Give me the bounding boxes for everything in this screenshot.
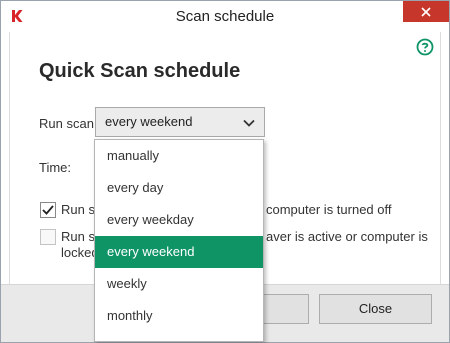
scan-schedule-window: Scan schedule Quick Scan schedule Run sc… [0,0,450,343]
close-icon [421,6,431,17]
time-label: Time: [39,160,72,175]
screensaver-checkbox[interactable] [40,229,56,245]
close-button[interactable] [403,1,449,22]
run-scan-selected-value: every weekend [105,114,193,129]
run-when-off-checkbox[interactable] [40,202,56,218]
run-scan-select[interactable]: every weekend [95,107,265,137]
page-title: Quick Scan schedule [39,60,241,82]
checkmark-icon [42,205,54,215]
run-scan-label: Run scan: [39,116,98,131]
option-1-text-end: computer is turned off [266,202,392,217]
title-bar: Scan schedule [1,1,449,32]
chevron-down-icon [243,119,255,127]
dropdown-option-every-weekday[interactable]: every weekday [95,204,263,236]
dropdown-option-every-day[interactable]: every day [95,172,263,204]
dropdown-option-monthly[interactable]: monthly [95,300,263,332]
help-icon[interactable] [416,38,434,56]
option-2-text-end: aver is active or computer is [266,229,428,244]
dropdown-option-weekly[interactable]: weekly [95,268,263,300]
close-button-label: Close [358,301,393,316]
window-title: Scan schedule [175,8,275,25]
dropdown-option-every-weekend[interactable]: every weekend [95,236,263,268]
dropdown-option-manually[interactable]: manually [95,140,263,172]
close-button-footer[interactable]: Close [319,294,432,324]
run-scan-dropdown-list: manually every day every weekday every w… [94,139,264,342]
option-2-text-line2: locked [61,245,99,260]
